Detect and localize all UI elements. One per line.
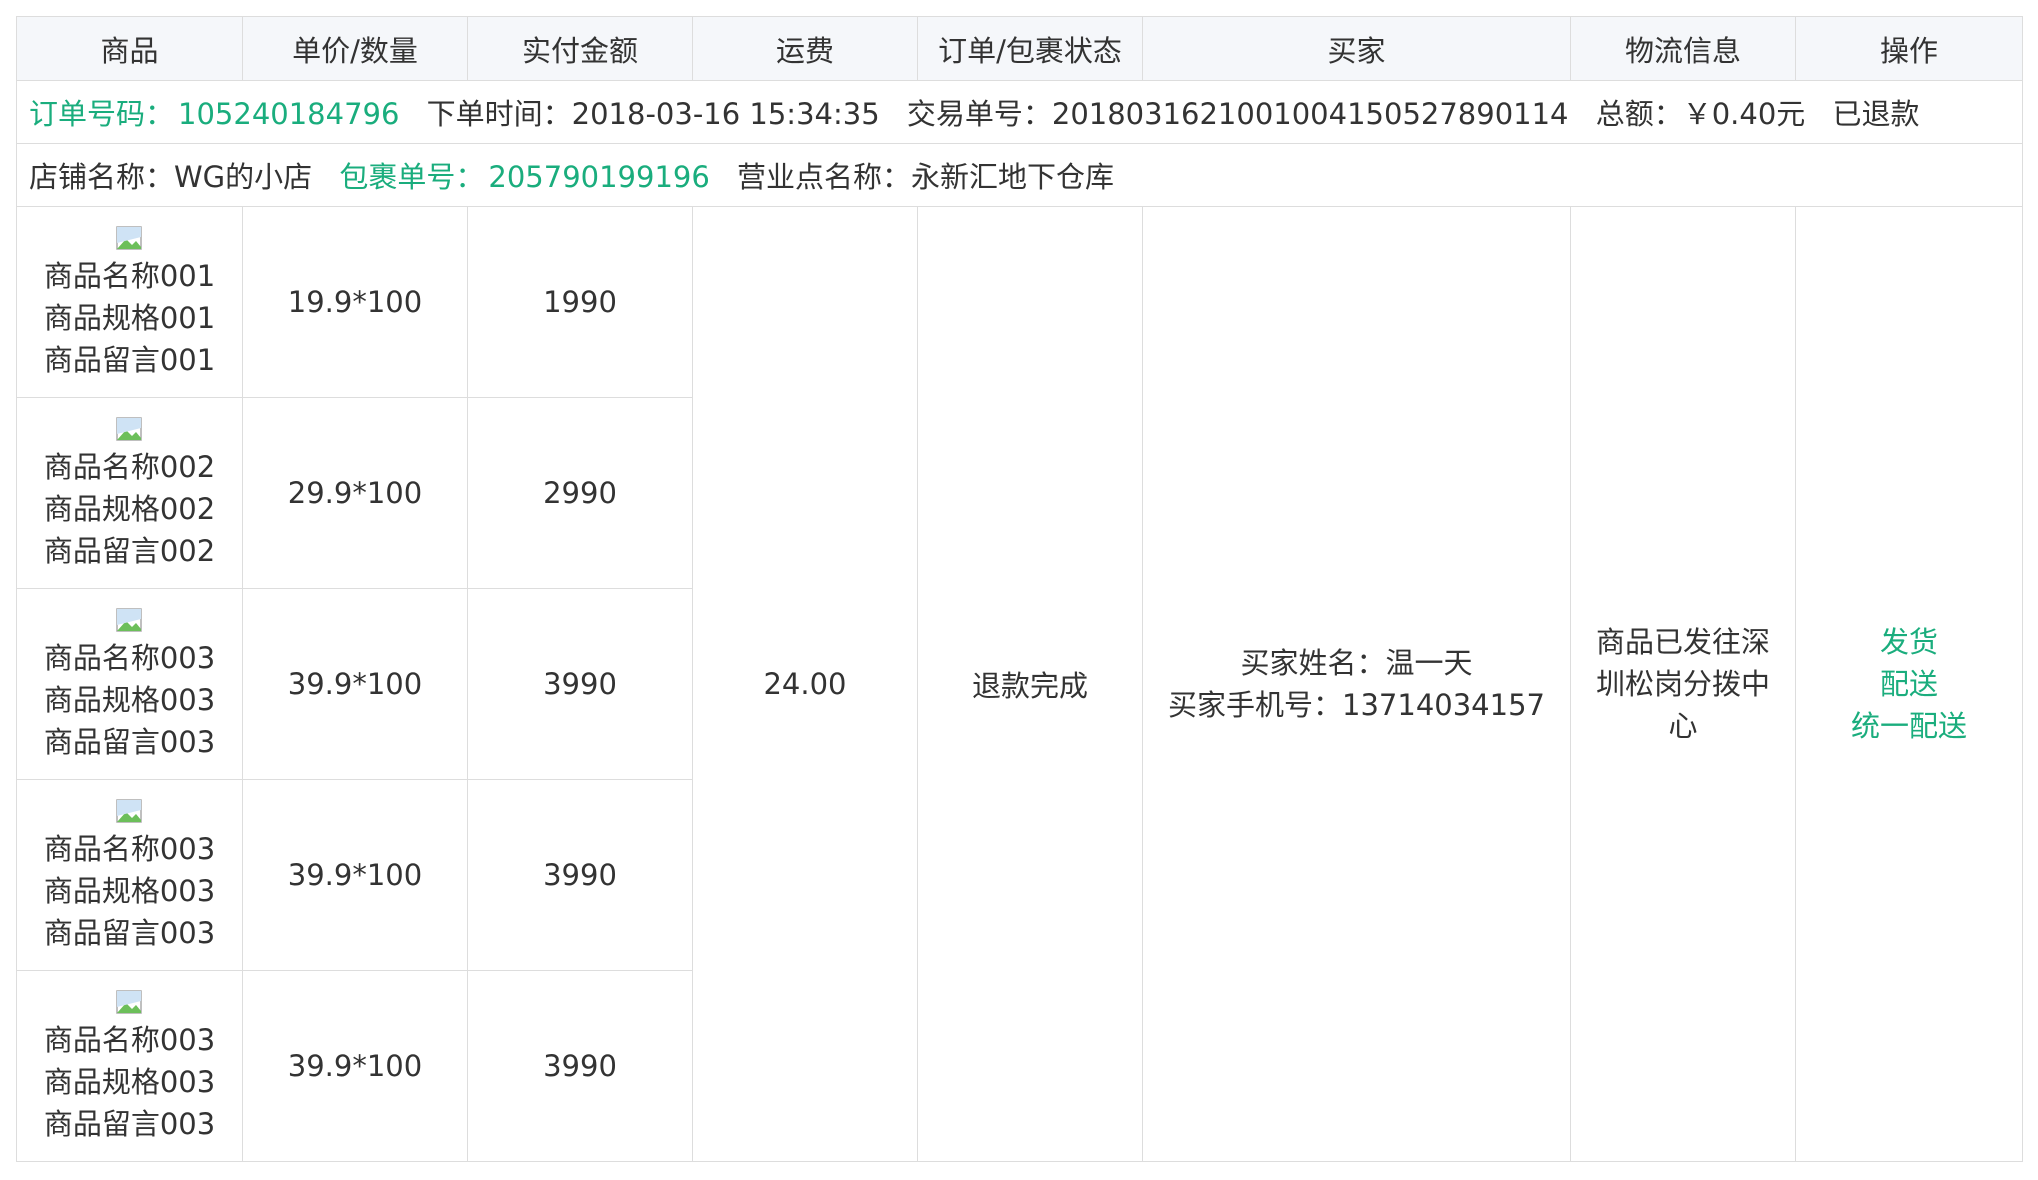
product-cell: 商品名称001 商品规格001 商品留言001: [16, 206, 243, 398]
logistics-cell: 商品已发往深圳松岗分拨中心: [1570, 206, 1796, 1162]
header-buyer: 买家: [1142, 16, 1571, 81]
product-cell: 商品名称003 商品规格003 商品留言003: [16, 779, 243, 971]
order-number-link[interactable]: 105240184796: [178, 97, 399, 131]
table-header-row: 商品 单价/数量 实付金额 运费 订单/包裹状态 买家 物流信息 操作: [16, 16, 2023, 81]
business-site-name: 营业点名称：永新汇地下仓库: [737, 160, 1115, 194]
product-cell: 商品名称003 商品规格003 商品留言003: [16, 970, 243, 1162]
header-product: 商品: [16, 16, 243, 81]
product-note: 商品留言003: [43, 916, 216, 950]
order-table: 商品 单价/数量 实付金额 运费 订单/包裹状态 买家 物流信息 操作 订单号码…: [16, 16, 2023, 1162]
buyer-phone: 买家手机号：13714034157: [1168, 688, 1545, 722]
product-name: 商品名称003: [43, 1023, 216, 1057]
shop-name: 店铺名称：WG的小店: [29, 160, 313, 194]
paid-amount-cell: 3990: [467, 588, 693, 780]
table-row: 商品名称001 商品规格001 商品留言001 19.9*100 1990 24…: [16, 206, 2023, 1162]
paid-amount-cell: 1990: [467, 206, 693, 398]
product-note: 商品留言003: [43, 1107, 216, 1141]
order-time: 下单时间：2018-03-16 15:34:35: [426, 97, 880, 131]
paid-amount-cell: 3990: [467, 779, 693, 971]
product-spec: 商品规格003: [43, 683, 216, 717]
buyer-name: 买家姓名：温一天: [1240, 646, 1473, 680]
package-number-link[interactable]: 205790199196: [488, 160, 709, 194]
order-info-row: 订单号码： 105240184796 下单时间：2018-03-16 15:34:…: [16, 80, 2023, 144]
price-qty-cell: 39.9*100: [242, 588, 468, 780]
product-spec: 商品规格002: [43, 492, 216, 526]
broken-image-icon: [115, 224, 144, 250]
broken-image-icon: [115, 415, 144, 441]
product-spec: 商品规格003: [43, 874, 216, 908]
buyer-cell: 买家姓名：温一天 买家手机号：13714034157: [1142, 206, 1571, 1162]
product-note: 商品留言002: [43, 534, 216, 568]
freight-cell: 24.00: [692, 206, 918, 1162]
order-refund-status: 已退款: [1832, 97, 1920, 131]
product-cell: 商品名称003 商品规格003 商品留言003: [16, 588, 243, 780]
price-qty-cell: 39.9*100: [242, 970, 468, 1162]
product-spec: 商品规格001: [43, 301, 216, 335]
deliver-button[interactable]: 配送: [1796, 663, 2022, 705]
order-table-container: 商品 单价/数量 实付金额 运费 订单/包裹状态 买家 物流信息 操作 订单号码…: [16, 16, 2023, 1162]
broken-image-icon: [115, 606, 144, 632]
header-freight: 运费: [692, 16, 918, 81]
product-note: 商品留言003: [43, 725, 216, 759]
trade-number: 交易单号：20180316210010041505278​90114: [906, 97, 1569, 131]
broken-image-icon: [115, 988, 144, 1014]
shop-info-row: 店铺名称：WG的小店 包裹单号： 205790199196 营业点名称：永新汇地下…: [16, 143, 2023, 207]
header-actions: 操作: [1795, 16, 2023, 81]
unified-delivery-button[interactable]: 统一配送: [1796, 705, 2022, 747]
product-name: 商品名称003: [43, 832, 216, 866]
price-qty-cell: 39.9*100: [242, 779, 468, 971]
product-note: 商品留言001: [43, 343, 216, 377]
header-paid: 实付金额: [467, 16, 693, 81]
product-spec: 商品规格003: [43, 1065, 216, 1099]
package-number-label: 包裹单号：: [339, 160, 485, 194]
product-name: 商品名称001: [43, 259, 216, 293]
order-total: 总额：￥0.40元: [1595, 97, 1806, 131]
ship-button[interactable]: 发货: [1796, 621, 2022, 663]
header-logistics: 物流信息: [1570, 16, 1796, 81]
package-status-cell: 退款完成: [917, 206, 1143, 1162]
shop-info-cell: 店铺名称：WG的小店 包裹单号： 205790199196 营业点名称：永新汇地下…: [16, 143, 2023, 207]
paid-amount-cell: 3990: [467, 970, 693, 1162]
order-info-cell: 订单号码： 105240184796 下单时间：2018-03-16 15:34:…: [16, 80, 2023, 144]
header-status: 订单/包裹状态: [917, 16, 1143, 81]
price-qty-cell: 19.9*100: [242, 206, 468, 398]
paid-amount-cell: 2990: [467, 397, 693, 589]
product-cell: 商品名称002 商品规格002 商品留言002: [16, 397, 243, 589]
header-price-qty: 单价/数量: [242, 16, 468, 81]
broken-image-icon: [115, 797, 144, 823]
order-number-label: 订单号码：: [29, 97, 175, 131]
actions-cell: 发货 配送 统一配送: [1795, 206, 2023, 1162]
product-name: 商品名称003: [43, 641, 216, 675]
product-name: 商品名称002: [43, 450, 216, 484]
price-qty-cell: 29.9*100: [242, 397, 468, 589]
